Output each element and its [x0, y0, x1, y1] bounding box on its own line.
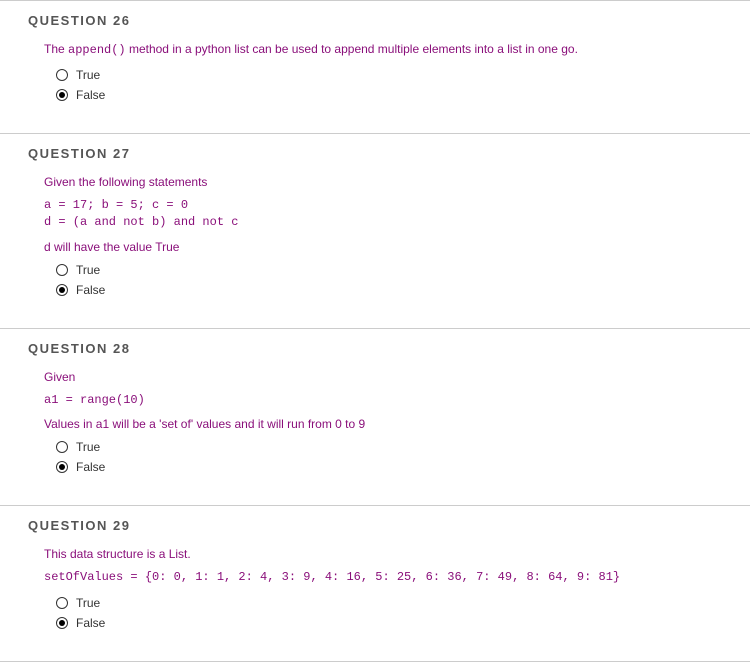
- radio-button[interactable]: [56, 441, 68, 453]
- option-row: True: [56, 437, 750, 457]
- option-label: True: [76, 594, 100, 612]
- followup-text: Values in a1 will be a 'set of' values a…: [44, 417, 365, 431]
- code-block: a1 = range(10): [44, 392, 750, 409]
- prompt-text: Given: [44, 370, 75, 384]
- prompt-text: Given the following statements: [44, 175, 207, 189]
- question-body: This data structure is a List. setOfValue…: [0, 541, 750, 660]
- option-row: True: [56, 260, 750, 280]
- prompt-text: The: [44, 42, 68, 56]
- question-followup: d will have the value True: [44, 238, 750, 256]
- question-prompt: Given: [44, 368, 750, 386]
- question-body: Given the following statements a = 17; b …: [0, 169, 750, 328]
- question-body: The append() method in a python list can…: [0, 36, 750, 133]
- question-block: QUESTION 28 Given a1 = range(10) Values in …: [0, 328, 750, 505]
- option-row: False: [56, 85, 750, 105]
- radio-dot-icon: [59, 92, 65, 98]
- question-header: QUESTION 29: [0, 506, 750, 541]
- question-block: QUESTION 29This data structure is a List…: [0, 505, 750, 661]
- prompt-text: method in a python list can be used to a…: [126, 42, 578, 56]
- question-followup: Values in a1 will be a 'set of' values a…: [44, 415, 750, 433]
- option-row: True: [56, 593, 750, 613]
- option-row: False: [56, 457, 750, 477]
- radio-button[interactable]: [56, 89, 68, 101]
- option-label: True: [76, 261, 100, 279]
- option-label: True: [76, 66, 100, 84]
- option-label: False: [76, 86, 105, 104]
- option-label: False: [76, 281, 105, 299]
- question-body: Given a1 = range(10) Values in a1 will be …: [0, 364, 750, 505]
- question-prompt: The append() method in a python list can…: [44, 40, 750, 59]
- option-row: False: [56, 280, 750, 300]
- radio-button[interactable]: [56, 69, 68, 81]
- option-row: True: [56, 65, 750, 85]
- radio-button[interactable]: [56, 461, 68, 473]
- radio-button[interactable]: [56, 617, 68, 629]
- question-block: QUESTION 26 The append() method in a pyth…: [0, 0, 750, 133]
- option-label: True: [76, 438, 100, 456]
- radio-dot-icon: [59, 287, 65, 293]
- radio-button[interactable]: [56, 284, 68, 296]
- question-header: QUESTION 27: [0, 134, 750, 169]
- radio-button[interactable]: [56, 264, 68, 276]
- question-prompt: This data structure is a List.: [44, 545, 750, 563]
- options-group: True False: [44, 437, 750, 477]
- radio-dot-icon: [59, 620, 65, 626]
- question-block: QUESTION 27Given the following statement…: [0, 133, 750, 328]
- code-block: setOfValues = {0: 0, 1: 1, 2: 4, 3: 9, 4…: [44, 569, 750, 586]
- option-row: False: [56, 613, 750, 633]
- options-group: True False: [44, 593, 750, 633]
- question-header: QUESTION 26: [0, 1, 750, 36]
- option-label: False: [76, 458, 105, 476]
- followup-code: True: [155, 240, 179, 254]
- code-block: a = 17; b = 5; c = 0 d = (a and not b) a…: [44, 197, 750, 232]
- option-label: False: [76, 614, 105, 632]
- options-group: True False: [44, 260, 750, 300]
- prompt-code: append(): [68, 43, 126, 57]
- options-group: True False: [44, 65, 750, 105]
- radio-dot-icon: [59, 464, 65, 470]
- radio-button[interactable]: [56, 597, 68, 609]
- question-header: QUESTION 28: [0, 329, 750, 364]
- question-prompt: Given the following statements: [44, 173, 750, 191]
- followup-text: d will have the value: [44, 240, 155, 254]
- prompt-text: This data structure is a List.: [44, 547, 191, 561]
